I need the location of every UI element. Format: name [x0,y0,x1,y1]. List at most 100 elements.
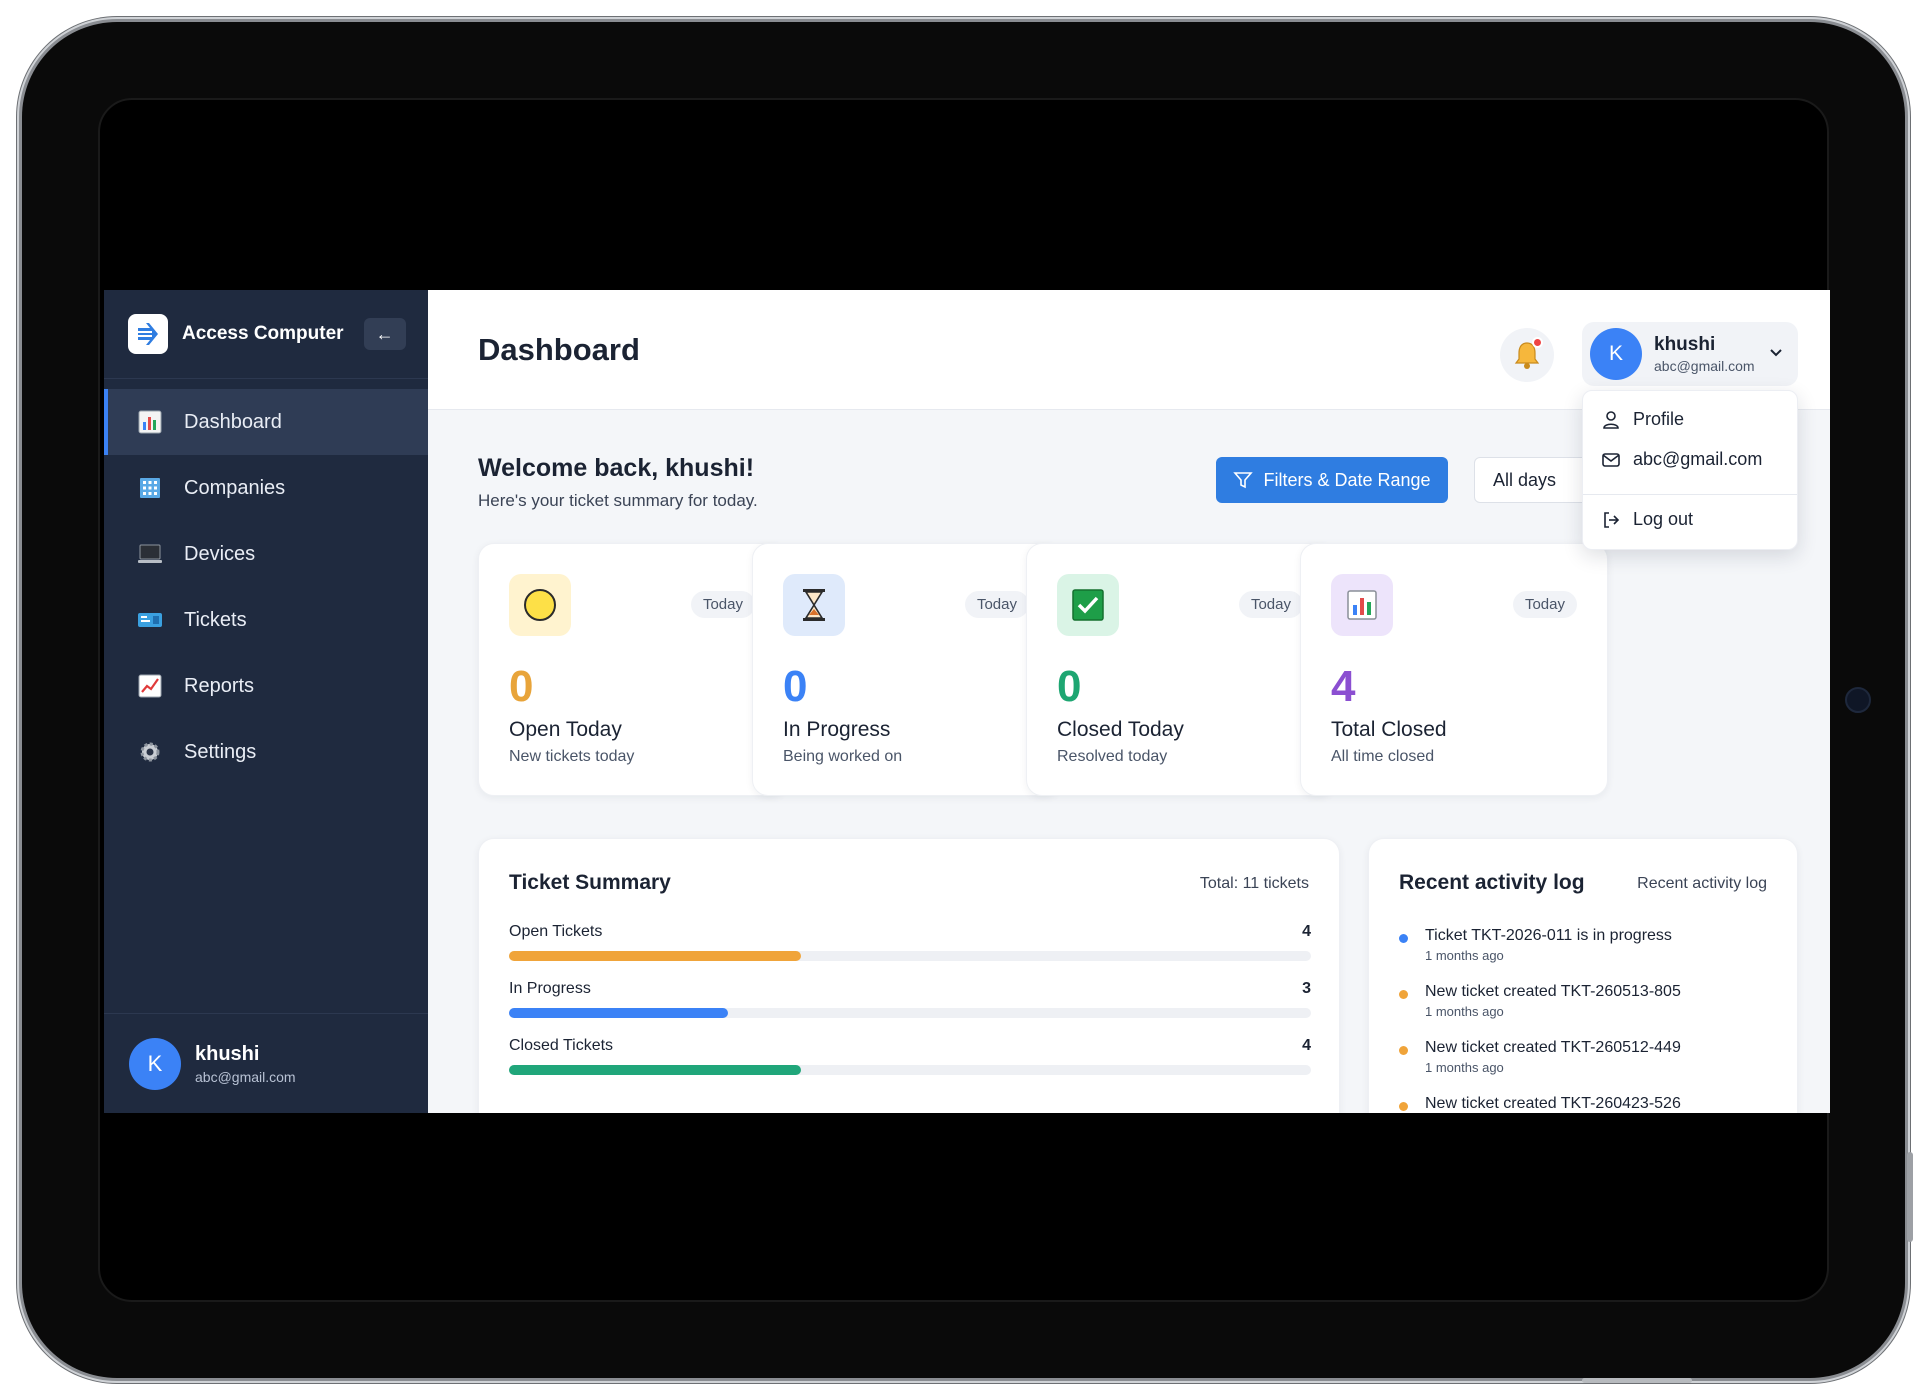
hourglass-icon [783,574,845,636]
laptop-icon [136,540,164,568]
activity-text: New ticket created TKT-260423-526 [1425,1095,1681,1112]
progress-fill [509,1008,728,1018]
collapse-sidebar-button[interactable]: ← [363,318,406,350]
bar-chart-icon [1331,574,1393,636]
summary-row-open: Open Tickets 4 [509,923,1311,961]
sidebar-nav: Dashboard Companies Devices Tickets Repo… [104,389,428,785]
recent-activity-panel: Recent activity log Recent activity log … [1368,838,1798,1113]
bar-label: Open Tickets [509,923,603,940]
ticket-icon [136,606,164,634]
activity-time: 1 months ago [1425,1004,1504,1019]
sidebar-item-reports[interactable]: Reports [104,653,428,719]
bar-value: 4 [1302,1037,1311,1054]
bar-value: 3 [1302,980,1311,997]
stat-value: 0 [1057,662,1082,711]
sidebar-item-settings[interactable]: Settings [104,719,428,785]
activity-item[interactable]: New ticket created TKT-260423-526 [1399,1095,1779,1113]
sidebar-item-label: Companies [184,476,286,499]
sidebar-item-tickets[interactable]: Tickets [104,587,428,653]
stat-card-open-today: Today 0 Open Today New tickets today [478,543,786,796]
ticket-summary-panel: Ticket Summary Total: 11 tickets Open Ti… [478,838,1340,1113]
email-label: abc@gmail.com [1633,449,1763,469]
progress-track [509,1065,1311,1075]
stat-value: 4 [1331,662,1356,711]
activity-text: New ticket created TKT-260513-805 [1425,983,1681,1000]
welcome-heading: Welcome back, khushi! [478,454,755,482]
progress-fill [509,951,801,961]
logout-icon [1604,511,1620,528]
logout-menu-item[interactable]: Log out [1601,509,1693,530]
user-dropdown-menu: Profile abc@gmail.com Log out [1582,390,1798,550]
period-badge: Today [1512,591,1577,618]
app-screen: Access Computer ← Dashboard Companies De… [104,290,1830,1113]
mail-icon [1602,452,1620,467]
app-logo-icon [128,314,168,354]
profile-label: Profile [1633,409,1685,429]
panel-title: Recent activity log [1399,871,1585,894]
sidebar-user-card[interactable]: K khushi abc@gmail.com [104,1013,428,1113]
user-menu-button[interactable]: K khushi abc@gmail.com [1582,322,1798,386]
welcome-section: Welcome back, khushi! Here's your ticket… [478,454,758,511]
bar-label: Closed Tickets [509,1037,614,1054]
stat-label: Total Closed [1331,718,1447,741]
activity-list: Ticket TKT-2026-011 is in progress 1 mon… [1399,927,1779,1113]
gear-icon [136,738,164,766]
brand: Access Computer ← [104,290,428,379]
page-title: Dashboard [478,332,640,367]
menu-divider [1583,494,1797,495]
filters-date-range-button[interactable]: Filters & Date Range [1216,457,1448,503]
activity-item[interactable]: New ticket created TKT-260513-805 1 mont… [1399,983,1779,1039]
period-badge: Today [964,591,1029,618]
arrow-left-icon: ← [375,323,394,344]
avatar: K [129,1037,181,1090]
side-button [1907,1152,1913,1242]
logout-label: Log out [1633,509,1694,529]
progress-fill [509,1065,801,1075]
activity-text: New ticket created TKT-260512-449 [1425,1039,1681,1056]
filters-label: Filters & Date Range [1263,469,1431,490]
stat-subtext: All time closed [1331,748,1435,765]
stat-label: In Progress [783,718,891,741]
activity-item[interactable]: New ticket created TKT-260512-449 1 mont… [1399,1039,1779,1095]
email-menu-item[interactable]: abc@gmail.com [1601,449,1762,470]
chevron-down-icon [1770,349,1782,357]
stat-subtext: Being worked on [783,748,903,765]
sidebar-item-label: Devices [184,542,256,565]
sidebar-item-devices[interactable]: Devices [104,521,428,587]
notifications-button[interactable] [1500,328,1554,382]
stat-card-closed-today: Today 0 Closed Today Resolved today [1026,543,1334,796]
summary-row-closed: Closed Tickets 4 [509,1037,1311,1075]
bar-chart-icon [136,408,164,436]
user-email: abc@gmail.com [195,1068,296,1085]
period-badge: Today [690,591,755,618]
welcome-subheading: Here's your ticket summary for today. [478,491,758,510]
user-email: abc@gmail.com [1654,358,1755,374]
profile-menu-item[interactable]: Profile [1601,409,1684,430]
summary-row-in-progress: In Progress 3 [509,980,1311,1018]
check-box-icon [1057,574,1119,636]
sidebar-item-label: Dashboard [184,410,282,433]
progress-track [509,1008,1311,1018]
stat-subtext: New tickets today [509,748,635,765]
stat-value: 0 [783,662,808,711]
sidebar-item-label: Settings [184,740,257,763]
panel-note: Recent activity log [1637,875,1767,892]
stat-card-in-progress: Today 0 In Progress Being worked on [752,543,1060,796]
sun-icon [509,574,571,636]
sidebar-item-dashboard[interactable]: Dashboard [104,389,428,455]
activity-text: Ticket TKT-2026-011 is in progress [1425,927,1672,944]
sidebar-item-label: Tickets [184,608,247,631]
sidebar-item-label: Reports [184,674,255,697]
stat-subtext: Resolved today [1057,748,1168,765]
status-dot [1399,1046,1408,1055]
bar-value: 4 [1302,923,1311,940]
app-name: Access Computer [182,323,344,344]
avatar: K [1590,328,1642,380]
stat-card-total-closed: Today 4 Total Closed All time closed [1300,543,1608,796]
activity-item[interactable]: Ticket TKT-2026-011 is in progress 1 mon… [1399,927,1779,983]
status-dot [1399,934,1408,943]
sidebar-item-companies[interactable]: Companies [104,455,428,521]
status-dot [1399,990,1408,999]
activity-time: 1 months ago [1425,1060,1504,1075]
bottom-button [1582,1378,1692,1383]
